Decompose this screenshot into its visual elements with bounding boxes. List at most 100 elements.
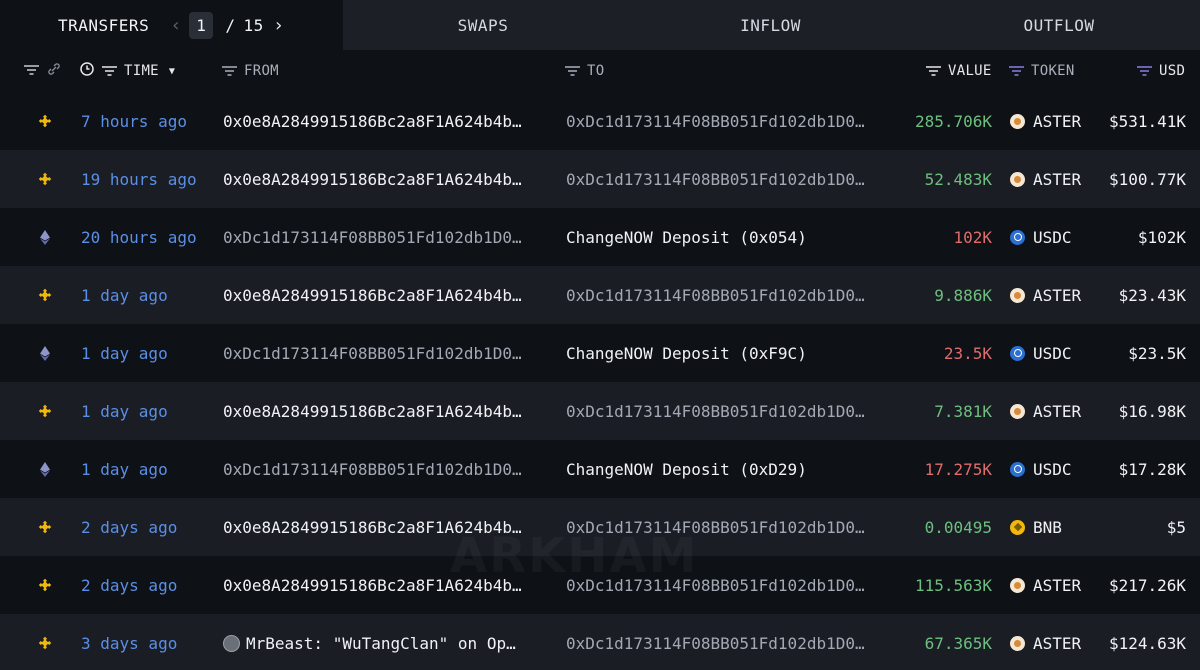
aster-token-icon: [1010, 287, 1025, 303]
from-address[interactable]: 0xDc1d173114F08BB051Fd102db1D0…: [223, 440, 553, 498]
value-amount: 67.365K: [924, 633, 992, 653]
table-row[interactable]: 7 hours ago 0x0e8A2849915186Bc2a8F1A624b4…: [0, 92, 1200, 150]
token-cell[interactable]: ASTER: [1010, 382, 1100, 440]
chevron-left-icon[interactable]: ‹: [167, 15, 185, 36]
value-amount: 9.886K: [934, 285, 992, 305]
to-address[interactable]: ChangeNOW Deposit (0xD29): [566, 440, 896, 498]
time-link[interactable]: 1 day ago: [81, 324, 216, 382]
aster-token-icon: [1010, 171, 1025, 187]
time-link[interactable]: 2 days ago: [81, 556, 216, 614]
from-address[interactable]: 0x0e8A2849915186Bc2a8F1A624b4b…: [223, 382, 553, 440]
time-link[interactable]: 2 days ago: [81, 498, 216, 556]
filter-icon[interactable]: [1137, 66, 1152, 76]
from-address[interactable]: 0x0e8A2849915186Bc2a8F1A624b4b…: [223, 266, 553, 324]
filter-icon[interactable]: [24, 63, 39, 79]
bnb-chain-icon: [36, 498, 54, 556]
time-link[interactable]: 7 hours ago: [81, 92, 216, 150]
token-cell[interactable]: ASTER: [1010, 556, 1100, 614]
tab-bar: TRANSFERS ‹ 1 / 15 › SWAPS INFLOW OUTFLO…: [0, 0, 1200, 50]
token-cell[interactable]: USDC: [1010, 208, 1100, 266]
to-address[interactable]: 0xDc1d173114F08BB051Fd102db1D0…: [566, 92, 896, 150]
tab-transfers[interactable]: TRANSFERS ‹ 1 / 15 ›: [0, 0, 343, 50]
from-address[interactable]: 0x0e8A2849915186Bc2a8F1A624b4b…: [223, 150, 553, 208]
token-column-header[interactable]: TOKEN: [1009, 50, 1075, 92]
to-column-header[interactable]: TO: [565, 50, 604, 92]
filter-icon[interactable]: [222, 66, 237, 76]
link-icon[interactable]: [47, 62, 61, 80]
usd-amount: $23.5K: [1128, 343, 1186, 363]
value-column-header[interactable]: VALUE: [926, 50, 992, 92]
to-header-label: TO: [587, 63, 605, 79]
filter-icon[interactable]: [565, 66, 580, 76]
token-cell[interactable]: ASTER: [1010, 266, 1100, 324]
current-page[interactable]: 1: [189, 11, 214, 39]
from-address-text: 0xDc1d173114F08BB051Fd102db1D0…: [223, 343, 522, 363]
from-address-text: 0x0e8A2849915186Bc2a8F1A624b4b…: [223, 285, 522, 305]
from-column-header[interactable]: FROM: [222, 50, 279, 92]
usd-amount: $102K: [1137, 227, 1186, 247]
from-address[interactable]: 0xDc1d173114F08BB051Fd102db1D0…: [223, 324, 553, 382]
token-cell[interactable]: BNB: [1010, 498, 1100, 556]
value-amount: 285.706K: [914, 111, 992, 131]
filter-icon[interactable]: [1009, 66, 1024, 76]
token-symbol: USDC: [1033, 343, 1072, 363]
from-address[interactable]: 0x0e8A2849915186Bc2a8F1A624b4b…: [223, 92, 553, 150]
tab-outflow[interactable]: OUTFLOW: [918, 0, 1200, 50]
table-row[interactable]: 1 day ago 0xDc1d173114F08BB051Fd102db1D0……: [0, 324, 1200, 382]
time-link[interactable]: 1 day ago: [81, 440, 216, 498]
to-address[interactable]: 0xDc1d173114F08BB051Fd102db1D0…: [566, 614, 896, 670]
to-address[interactable]: ChangeNOW Deposit (0x054): [566, 208, 896, 266]
from-address-text: 0xDc1d173114F08BB051Fd102db1D0…: [223, 227, 522, 247]
table-row[interactable]: 20 hours ago 0xDc1d173114F08BB051Fd102db1…: [0, 208, 1200, 266]
time-link[interactable]: 1 day ago: [81, 382, 216, 440]
time-link[interactable]: 1 day ago: [81, 266, 216, 324]
usd-amount: $23.43K: [1118, 285, 1186, 305]
to-address[interactable]: 0xDc1d173114F08BB051Fd102db1D0…: [566, 150, 896, 208]
usd-amount: $5: [1166, 517, 1186, 537]
table-row[interactable]: 3 days ago MrBeast: "WuTangClan" on Op… 0x…: [0, 614, 1200, 670]
time-link[interactable]: 3 days ago: [81, 614, 216, 670]
token-cell[interactable]: USDC: [1010, 324, 1100, 382]
bnb-chain-icon: [36, 382, 54, 440]
tab-inflow[interactable]: INFLOW: [623, 0, 918, 50]
usdc-token-icon: [1010, 345, 1025, 361]
usd-amount: $217.26K: [1108, 575, 1186, 595]
from-address[interactable]: 0xDc1d173114F08BB051Fd102db1D0…: [223, 208, 553, 266]
token-cell[interactable]: ASTER: [1010, 150, 1100, 208]
usd-column-header[interactable]: USD: [1137, 50, 1185, 92]
value-amount: 23.5K: [943, 343, 992, 363]
token-cell[interactable]: ASTER: [1010, 92, 1100, 150]
pagination: ‹ 1 / 15 ›: [167, 11, 288, 39]
value-amount: 7.381K: [934, 401, 992, 421]
sort-desc-icon[interactable]: ▼: [169, 66, 175, 77]
from-address-text: 0x0e8A2849915186Bc2a8F1A624b4b…: [223, 169, 522, 189]
table-row[interactable]: 1 day ago 0x0e8A2849915186Bc2a8F1A624b4b……: [0, 382, 1200, 440]
value-header-label: VALUE: [948, 63, 992, 79]
table-row[interactable]: 1 day ago 0xDc1d173114F08BB051Fd102db1D0……: [0, 440, 1200, 498]
value-amount: 52.483K: [924, 169, 992, 189]
token-cell[interactable]: USDC: [1010, 440, 1100, 498]
from-address[interactable]: MrBeast: "WuTangClan" on Op…: [223, 614, 553, 670]
chevron-right-icon[interactable]: ›: [270, 15, 288, 36]
table-row[interactable]: 19 hours ago 0x0e8A2849915186Bc2a8F1A624b…: [0, 150, 1200, 208]
filter-icon[interactable]: [926, 66, 941, 76]
to-address[interactable]: ChangeNOW Deposit (0xF9C): [566, 324, 896, 382]
value-amount: 0.00495: [924, 517, 992, 537]
usd-amount: $16.98K: [1118, 401, 1186, 421]
tab-swaps[interactable]: SWAPS: [343, 0, 623, 50]
to-address[interactable]: 0xDc1d173114F08BB051Fd102db1D0…: [566, 266, 896, 324]
bnb-chain-icon: [36, 266, 54, 324]
time-link[interactable]: 20 hours ago: [81, 208, 216, 266]
filter-icon[interactable]: [102, 66, 117, 76]
token-symbol: USDC: [1033, 227, 1072, 247]
to-address[interactable]: 0xDc1d173114F08BB051Fd102db1D0…: [566, 382, 896, 440]
time-link[interactable]: 19 hours ago: [81, 150, 216, 208]
usd-header-label: USD: [1159, 63, 1186, 79]
token-symbol: ASTER: [1033, 169, 1082, 189]
time-column-header[interactable]: TIME ▼: [80, 50, 175, 92]
token-header-label: TOKEN: [1031, 63, 1075, 79]
token-cell[interactable]: ASTER: [1010, 614, 1100, 670]
usd-amount: $531.41K: [1108, 111, 1186, 131]
usd-amount: $17.28K: [1118, 459, 1186, 479]
table-row[interactable]: 1 day ago 0x0e8A2849915186Bc2a8F1A624b4b……: [0, 266, 1200, 324]
